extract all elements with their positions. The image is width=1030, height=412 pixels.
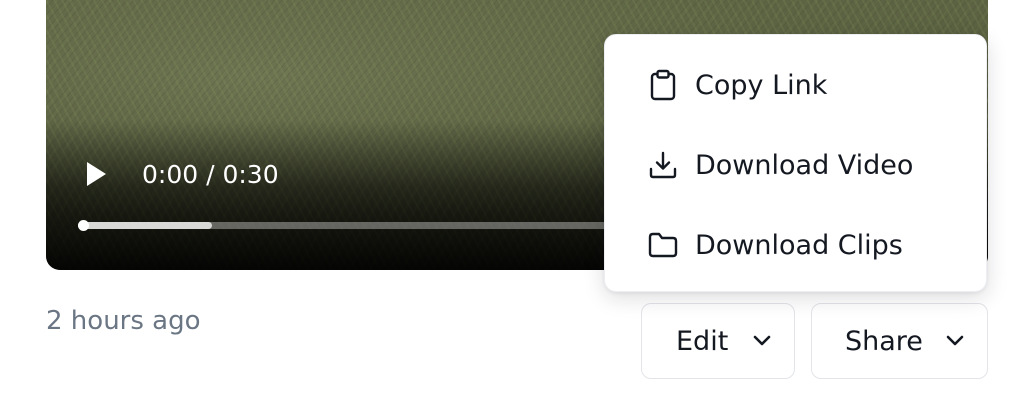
menu-item-download-clips[interactable]: Download Clips [605, 205, 986, 285]
upload-timestamp: 2 hours ago [46, 306, 201, 336]
menu-item-label: Download Clips [695, 229, 903, 261]
menu-item-label: Download Video [695, 149, 914, 181]
download-icon [647, 149, 679, 181]
chevron-down-icon [753, 335, 771, 346]
edit-button[interactable]: Edit [641, 303, 795, 379]
progress-buffered [78, 222, 213, 229]
share-button[interactable]: Share [811, 303, 988, 379]
video-card: 0:00 / 0:30 2 hours ago Edit Share Copy … [0, 0, 1030, 412]
chevron-down-icon [946, 335, 964, 346]
play-button[interactable] [82, 160, 110, 188]
play-icon [87, 162, 106, 186]
menu-item-label: Copy Link [695, 69, 828, 101]
progress-bar[interactable] [78, 220, 638, 231]
share-button-label: Share [845, 325, 923, 357]
edit-button-label: Edit [676, 325, 729, 357]
menu-item-copy-link[interactable]: Copy Link [605, 45, 986, 125]
time-display: 0:00 / 0:30 [142, 160, 279, 189]
clipboard-icon [647, 69, 679, 101]
share-dropdown-menu: Copy Link Download Video Download Clips [604, 34, 987, 292]
folder-icon [647, 229, 679, 261]
progress-handle[interactable] [78, 220, 89, 231]
menu-item-download-video[interactable]: Download Video [605, 125, 986, 205]
